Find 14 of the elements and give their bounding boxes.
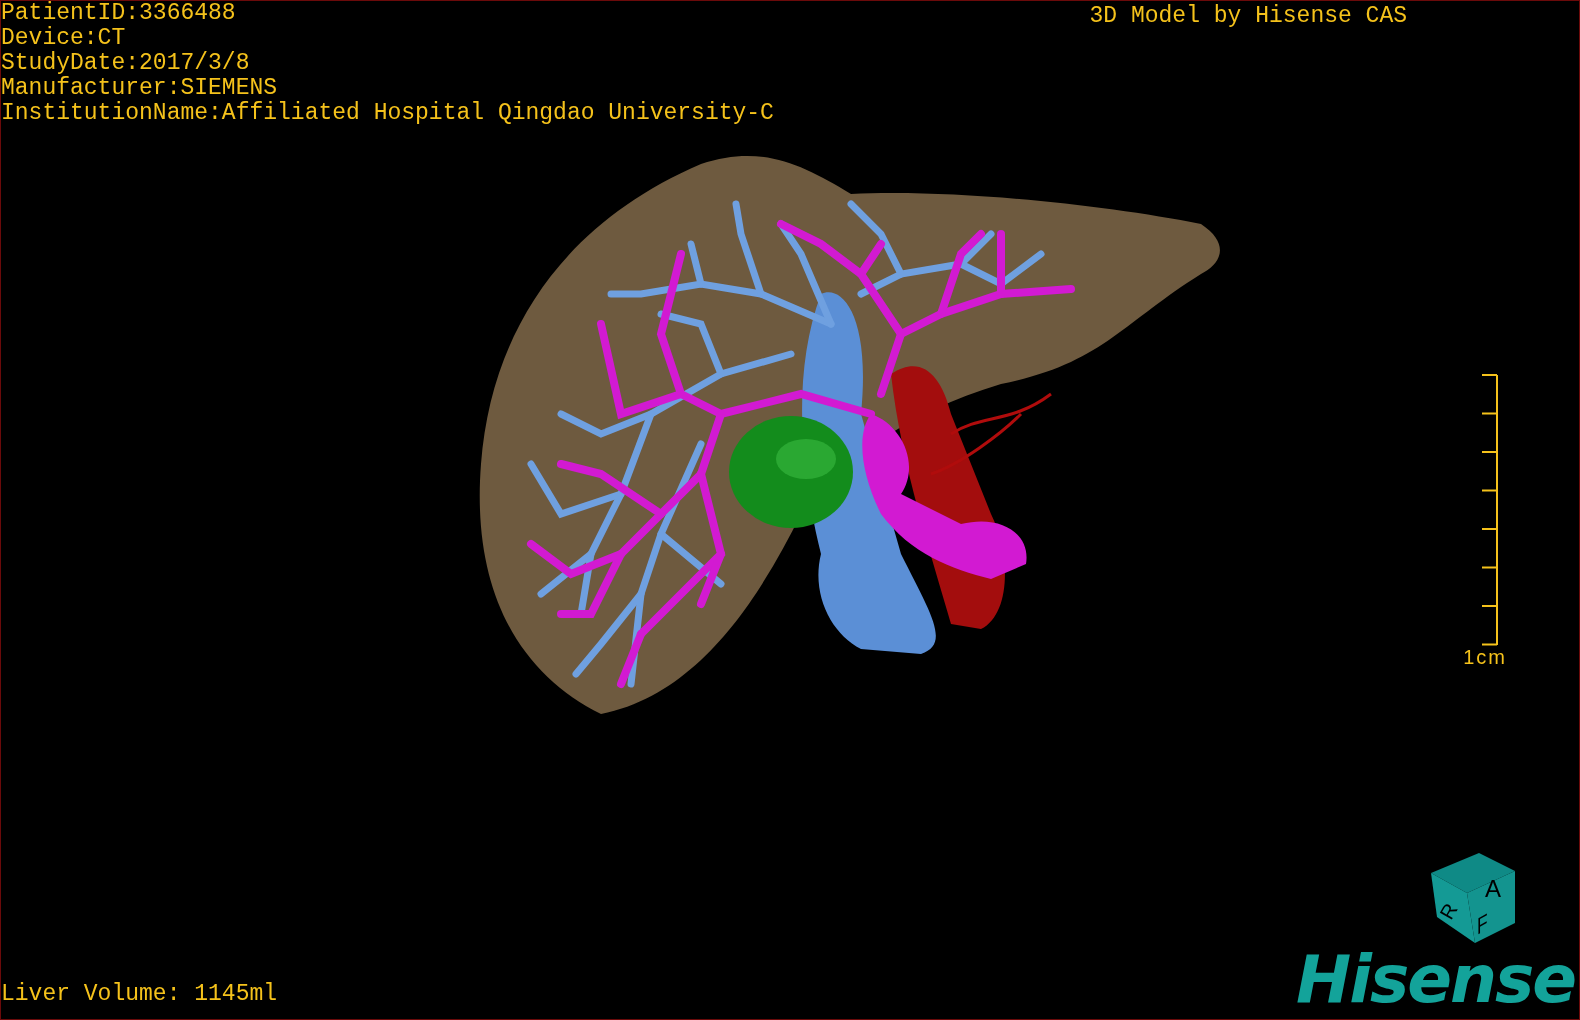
overlay-title: 3D Model by Hisense CAS [1089,4,1407,31]
patient-info-text: Manufacturer:SIEMENS [1,76,279,101]
liver-volume-text: Liver Volume: 1145ml [1,982,278,1007]
scale-bar-icon [1479,374,1499,646]
orientation-cube[interactable]: A R F [1423,851,1519,947]
cube-face-label: A [1485,875,1501,902]
patient-info-text: PatientID:3366488 [1,1,237,26]
patient-info-text: StudyDate:2017/3/8 [1,51,251,76]
cube-face-label: F [1477,907,1488,941]
patient-info-text: InstitutionName:Affiliated Hospital Qingdao University-C [1,101,774,126]
brand-logo: Hisense [1296,947,1575,1013]
cube-face-label: R [1435,899,1462,923]
scale-bar-label: 1cm [1463,646,1507,668]
patient-info-text: Device:CT [1,26,127,51]
